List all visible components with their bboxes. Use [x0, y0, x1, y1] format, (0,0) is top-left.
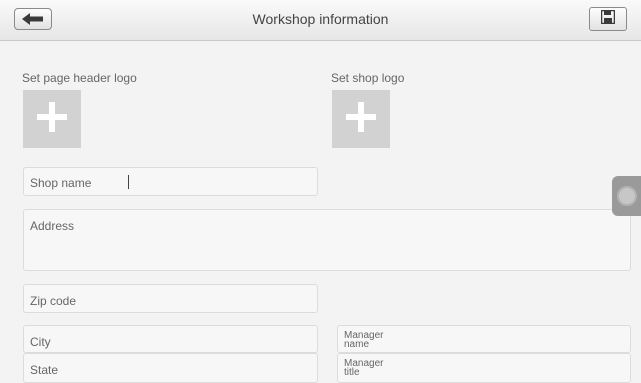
shop-logo-label: Set shop logo [331, 71, 405, 85]
address-label: Address [30, 219, 75, 233]
add-page-header-logo-button[interactable] [23, 90, 81, 148]
shop-name-label: Shop name [30, 176, 92, 190]
city-label: City [30, 335, 51, 349]
floppy-disk-icon [600, 9, 616, 29]
plus-icon [346, 101, 376, 137]
zip-code-field[interactable]: Zip code [23, 284, 318, 313]
title-bar: Workshop information [0, 0, 641, 41]
state-label: State [30, 363, 59, 377]
manager-title-label-line2: title [344, 367, 360, 378]
manager-title-label: Manager title [344, 359, 383, 378]
manager-name-label-line2: name [344, 339, 370, 350]
state-field[interactable]: State [23, 353, 318, 383]
manager-name-field[interactable]: Manager name [337, 325, 631, 353]
page-header-logo-label: Set page header logo [22, 71, 137, 85]
city-field[interactable]: City [23, 325, 318, 353]
address-field[interactable]: Address [23, 209, 631, 271]
manager-title-field[interactable]: Manager title [337, 353, 631, 383]
circle-icon [616, 186, 637, 206]
plus-icon [37, 101, 67, 137]
floating-side-handle[interactable] [612, 176, 641, 216]
zip-code-label: Zip code [30, 294, 77, 308]
text-cursor [128, 175, 129, 189]
shop-name-field[interactable]: Shop name [23, 167, 318, 196]
page-title: Workshop information [252, 11, 389, 27]
add-shop-logo-button[interactable] [332, 90, 390, 148]
manager-name-label: Manager name [344, 331, 383, 350]
save-button[interactable] [589, 7, 627, 31]
